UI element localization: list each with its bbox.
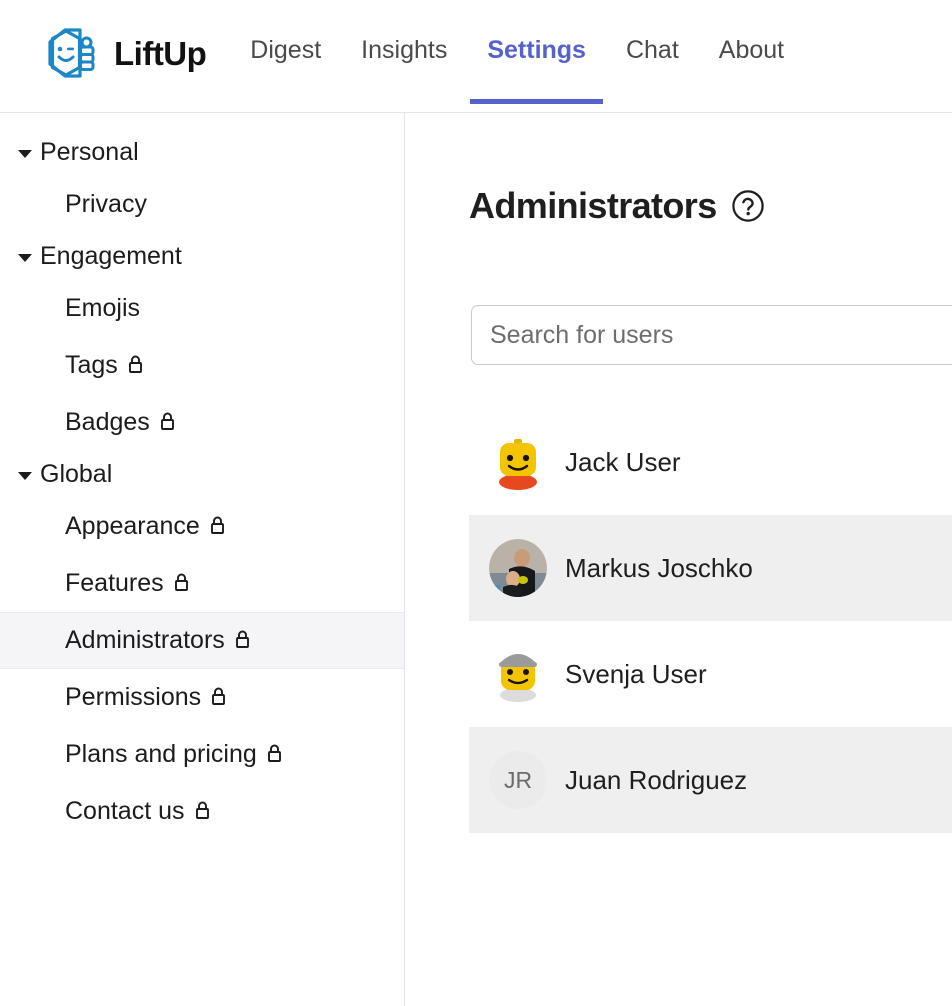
settings-page: LiftUp Digest Insights Settings Chat Abo…	[0, 0, 952, 1006]
nav-item-insights[interactable]: Insights	[341, 38, 467, 113]
user-name: Svenja User	[565, 658, 707, 689]
sidebar-item-features[interactable]: Features	[0, 555, 404, 612]
sidebar-item-label: Administrators	[65, 626, 225, 654]
lock-icon	[159, 411, 176, 434]
nav-item-settings[interactable]: Settings	[467, 38, 606, 113]
lock-icon	[127, 354, 144, 377]
sidebar-item-permissions[interactable]: Permissions	[0, 669, 404, 726]
search-users-field[interactable]	[471, 305, 952, 365]
list-item[interactable]: Jack User	[469, 409, 952, 515]
lock-icon	[234, 629, 251, 652]
lock-icon	[209, 515, 226, 538]
sidebar-item-appearance[interactable]: Appearance	[0, 498, 404, 555]
sidebar-item-label: Contact us	[65, 797, 185, 825]
chevron-down-icon	[18, 471, 32, 480]
sidebar-item-contact-us[interactable]: Contact us	[0, 783, 404, 840]
sidebar-item-label: Features	[65, 569, 164, 597]
sidebar-item-label: Emojis	[65, 294, 141, 322]
sidebar-item-plans-and-pricing[interactable]: Plans and pricing	[0, 726, 404, 783]
list-item[interactable]: JR Juan Rodriguez	[469, 727, 952, 833]
settings-sidebar: Personal Privacy Engagement Emojis Tags	[0, 113, 405, 1006]
sidebar-item-label: Permissions	[65, 683, 202, 711]
sidebar-item-badges[interactable]: Badges	[0, 394, 404, 451]
sidebar-item-label: Plans and pricing	[65, 740, 257, 768]
list-item[interactable]: Markus Joschko	[469, 515, 952, 621]
lock-icon	[210, 686, 227, 709]
main-content: Administrators Search for users Jack Use…	[405, 113, 952, 1006]
sidebar-group-global[interactable]: Global	[0, 451, 404, 498]
sidebar-item-tags[interactable]: Tags	[0, 337, 404, 394]
avatar: JR	[489, 751, 547, 809]
lock-icon	[266, 743, 283, 766]
user-name: Jack User	[565, 446, 681, 477]
main-nav: Digest Insights Settings Chat About	[230, 38, 804, 113]
chevron-down-icon	[18, 149, 32, 158]
sidebar-item-administrators[interactable]: Administrators	[0, 612, 404, 669]
sidebar-item-label: Badges	[65, 408, 150, 436]
sidebar-item-label: Privacy	[65, 190, 147, 218]
chevron-down-icon	[18, 253, 32, 262]
list-item[interactable]: Svenja User	[469, 621, 952, 727]
top-navigation-bar: LiftUp Digest Insights Settings Chat Abo…	[0, 0, 952, 113]
sidebar-group-label: Personal	[40, 138, 139, 166]
avatar	[489, 433, 547, 491]
liftup-thumbsup-logo-icon	[46, 26, 100, 80]
lock-icon	[194, 800, 211, 823]
administrators-list: Jack User Markus Joschko Svenja User JR …	[469, 409, 952, 833]
sidebar-item-label: Appearance	[65, 512, 200, 540]
brand-name: LiftUp	[114, 34, 207, 72]
brand[interactable]: LiftUp	[46, 26, 207, 80]
sidebar-group-label: Global	[40, 460, 113, 488]
nav-item-chat[interactable]: Chat	[606, 38, 699, 113]
sidebar-item-emojis[interactable]: Emojis	[0, 280, 404, 337]
search-input[interactable]	[490, 320, 952, 350]
nav-item-about[interactable]: About	[699, 38, 804, 113]
sidebar-group-personal[interactable]: Personal	[0, 129, 404, 176]
lock-icon	[173, 572, 190, 595]
sidebar-group-label: Engagement	[40, 242, 182, 270]
page-title: Administrators	[469, 185, 717, 226]
user-name: Markus Joschko	[565, 552, 753, 583]
user-name: Juan Rodriguez	[565, 764, 748, 795]
avatar	[489, 539, 547, 597]
page-body: Personal Privacy Engagement Emojis Tags	[0, 113, 952, 1006]
question-circle-icon[interactable]	[731, 189, 765, 223]
sidebar-item-privacy[interactable]: Privacy	[0, 176, 404, 233]
sidebar-group-engagement[interactable]: Engagement	[0, 233, 404, 280]
nav-item-digest[interactable]: Digest	[230, 38, 341, 113]
avatar	[489, 645, 547, 703]
sidebar-item-label: Tags	[65, 351, 118, 379]
page-title-row: Administrators	[469, 185, 952, 227]
